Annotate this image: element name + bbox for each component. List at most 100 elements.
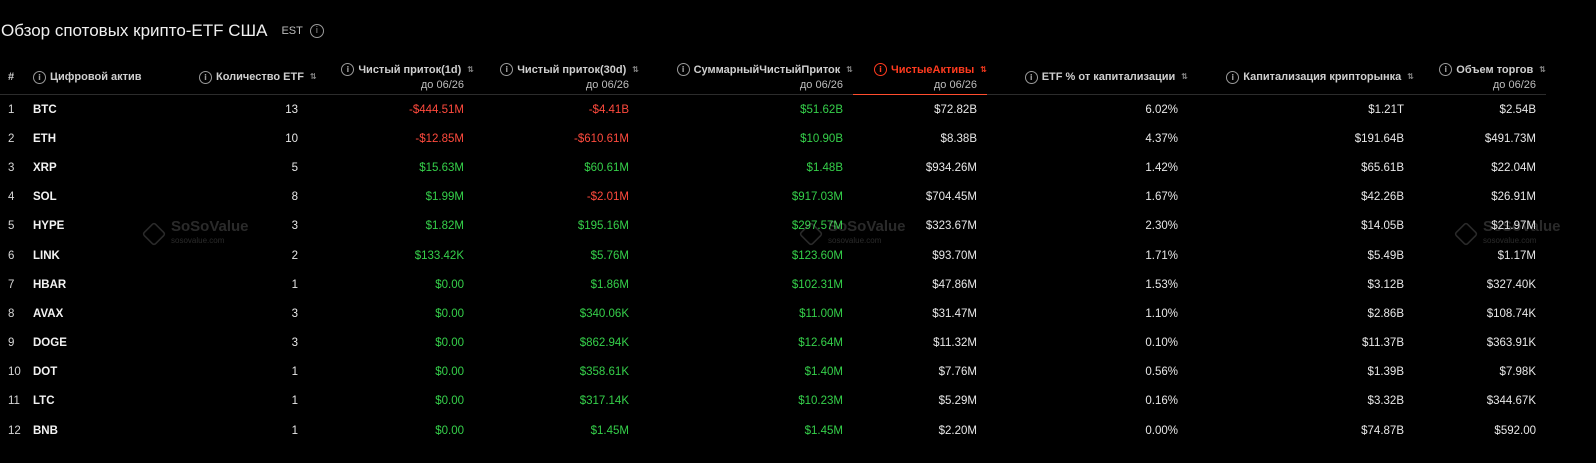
market-cap-cell: $191.64B	[1354, 132, 1404, 145]
table-row[interactable]: 5 HYPE 3 $1.82M $195.16M $297.57M $323.67M 2.30…	[0, 212, 1546, 241]
row-index: 10	[8, 366, 21, 379]
asset-symbol[interactable]: AVAX	[33, 299, 199, 328]
row-index: 5	[8, 220, 15, 233]
market-cap-cell: $5.49B	[1367, 249, 1404, 262]
asset-symbol[interactable]: LTC	[33, 387, 199, 416]
market-cap-cell: $2.86B	[1367, 307, 1404, 320]
col-cum-inflow-header[interactable]: i СуммарныйЧистыйПриток ⇅ до 06/26	[639, 60, 853, 95]
asset-symbol[interactable]: DOT	[33, 358, 199, 387]
col-etf-pct-header[interactable]: i ETF % от капитализации ⇅	[987, 60, 1188, 95]
col-net-assets-header[interactable]: i ЧистыеАктивы ⇅ до 06/26	[853, 60, 987, 95]
asset-symbol[interactable]: DOGE	[33, 329, 199, 358]
row-index: 11	[8, 395, 20, 408]
asset-symbol[interactable]: ETH	[33, 124, 199, 153]
etf-pct-cell: 0.00%	[1145, 424, 1178, 437]
table-row[interactable]: 4 SOL 8 $1.99M -$2.01M $917.03M $704.45M 1.67% $…	[0, 183, 1546, 212]
table-row[interactable]: 10 DOT 1 $0.00 $358.61K $1.40M $7.76M 0.56% $1.3…	[0, 358, 1546, 387]
row-index: 9	[8, 337, 15, 350]
etf-count-cell: 3	[291, 307, 298, 320]
info-icon[interactable]: i	[1226, 70, 1240, 84]
etf-pct-cell: 2.30%	[1145, 220, 1178, 233]
inflow-30d-cell: -$610.61M	[574, 132, 629, 145]
sort-desc-icon[interactable]: ⇅	[980, 65, 987, 74]
sort-icon[interactable]: ⇅	[1407, 73, 1414, 81]
sort-icon[interactable]: ⇅	[467, 65, 474, 74]
table-row[interactable]: 11 LTC 1 $0.00 $317.14K $10.23M $5.29M 0.16% $3.…	[0, 387, 1546, 416]
inflow-1d-cell: $133.42K	[414, 249, 464, 262]
inflow-30d-cell: $340.06K	[579, 307, 629, 320]
asset-symbol[interactable]: BTC	[33, 95, 199, 125]
table-row[interactable]: 7 HBAR 1 $0.00 $1.86M $102.31M $47.86M 1.53% $3.…	[0, 270, 1546, 299]
col-etf-count-header[interactable]: i Количество ETF ⇅	[199, 60, 317, 95]
volume-cell: $22.04M	[1491, 161, 1536, 174]
volume-cell: $363.91K	[1486, 337, 1536, 350]
sort-icon[interactable]: ⇅	[632, 65, 639, 74]
volume-cell: $2.54B	[1499, 103, 1536, 116]
inflow-30d-cell: $317.14K	[579, 395, 629, 408]
col-asset-header[interactable]: i Цифровой актив	[33, 60, 199, 95]
inflow-1d-cell: $0.00	[435, 278, 464, 291]
inflow-1d-cell: $0.00	[435, 337, 464, 350]
table-row[interactable]: 9 DOGE 3 $0.00 $862.94K $12.64M $11.32M 0.10% $1…	[0, 329, 1546, 358]
table-row[interactable]: 8 AVAX 3 $0.00 $340.06K $11.00M $31.47M 1.10% $2…	[0, 299, 1546, 328]
table-row[interactable]: 6 LINK 2 $133.42K $5.76M $123.60M $93.70M 1.71%…	[0, 241, 1546, 270]
inflow-1d-cell: $0.00	[435, 307, 464, 320]
table-row[interactable]: 2 ETH 10 -$12.85M -$610.61M $10.90B $8.38B 4.37…	[0, 124, 1546, 153]
etf-pct-cell: 6.02%	[1145, 103, 1178, 116]
table-row[interactable]: 12 BNB 1 $0.00 $1.45M $1.45M $2.20M 0.00% $74.87…	[0, 416, 1546, 445]
net-assets-cell: $93.70M	[932, 249, 977, 262]
inflow-30d-cell: -$2.01M	[586, 191, 629, 204]
etf-pct-cell: 0.16%	[1145, 395, 1178, 408]
net-assets-cell: $31.47M	[932, 307, 977, 320]
inflow-1d-cell: -$12.85M	[415, 132, 464, 145]
inflow-30d-cell: $358.61K	[579, 366, 629, 379]
volume-cell: $21.97M	[1491, 220, 1536, 233]
row-index: 6	[8, 249, 15, 262]
etf-count-cell: 8	[291, 191, 298, 204]
asset-symbol[interactable]: BNB	[33, 416, 199, 445]
info-icon[interactable]: i	[309, 24, 324, 38]
asset-symbol[interactable]: HYPE	[33, 212, 199, 241]
inflow-30d-cell: $1.86M	[590, 278, 629, 291]
table-row[interactable]: 3 XRP 5 $15.63M $60.61M $1.48B $934.26M 1.42% $6…	[0, 153, 1546, 182]
col-index-header: #	[0, 60, 33, 95]
etf-count-cell: 1	[291, 366, 298, 379]
etf-pct-cell: 1.67%	[1145, 191, 1178, 204]
row-index: 7	[8, 278, 15, 291]
info-icon[interactable]: i	[199, 70, 212, 84]
row-index: 8	[8, 307, 15, 320]
etf-pct-cell: 4.37%	[1145, 132, 1178, 145]
info-icon[interactable]: i	[1024, 70, 1038, 84]
market-cap-cell: $1.39B	[1367, 366, 1404, 379]
inflow-30d-cell: $60.61M	[584, 161, 629, 174]
sort-icon[interactable]: ⇅	[310, 73, 317, 81]
net-assets-cell: $8.38B	[940, 132, 977, 145]
volume-cell: $1.17M	[1497, 249, 1536, 262]
cum-inflow-cell: $917.03M	[791, 191, 843, 204]
row-index: 4	[8, 191, 15, 204]
sort-icon[interactable]: ⇅	[846, 65, 853, 74]
asset-symbol[interactable]: LINK	[33, 241, 199, 270]
cum-inflow-cell: $102.31M	[791, 278, 843, 291]
sort-icon[interactable]: ⇅	[1539, 65, 1546, 74]
cum-inflow-cell: $51.62B	[800, 103, 843, 116]
table-header-row: # i Цифровой актив i Количество ETF ⇅ i Чист…	[0, 60, 1546, 95]
asset-symbol[interactable]: XRP	[33, 153, 199, 182]
asset-symbol[interactable]: HBAR	[33, 270, 199, 299]
col-volume-header[interactable]: i Объем торгов ⇅ до 06/26	[1414, 60, 1546, 95]
info-icon[interactable]: i	[341, 63, 355, 76]
info-icon[interactable]: i	[874, 63, 888, 76]
col-inflow-30d-header[interactable]: i Чистый приток(30d) ⇅ до 06/26	[474, 60, 639, 95]
info-icon[interactable]: i	[1439, 63, 1453, 76]
col-inflow-1d-header[interactable]: i Чистый приток(1d) ⇅ до 06/26	[311, 60, 474, 95]
info-icon[interactable]: i	[500, 63, 514, 76]
info-icon[interactable]: i	[676, 63, 690, 76]
inflow-1d-cell: -$444.51M	[409, 103, 464, 116]
asset-symbol[interactable]: SOL	[33, 183, 199, 212]
table-row[interactable]: 1 BTC 13 -$444.51M -$4.41B $51.62B $72.82B 6.02…	[0, 95, 1546, 125]
volume-cell: $592.00	[1494, 424, 1536, 437]
sort-icon[interactable]: ⇅	[1181, 73, 1188, 81]
etf-count-cell: 1	[291, 424, 298, 437]
info-icon[interactable]: i	[33, 70, 46, 84]
col-market-cap-header[interactable]: i Капитализация крипторынка ⇅	[1188, 60, 1414, 95]
